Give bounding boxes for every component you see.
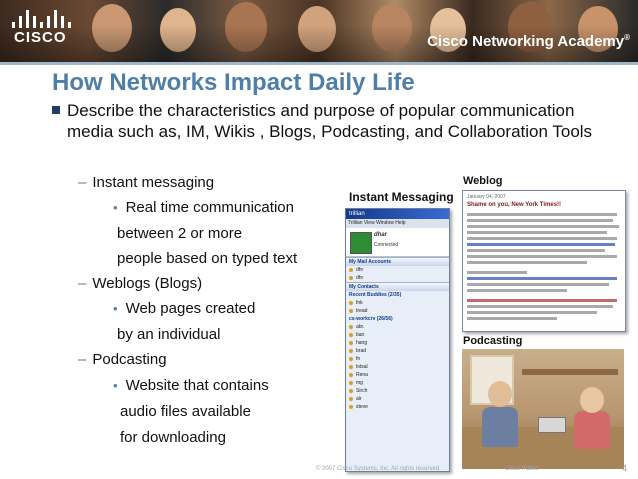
detail-label: Real time communication	[125, 199, 294, 216]
photo-kid-body	[574, 411, 610, 449]
weblog-caption: Weblog	[463, 175, 503, 187]
im-user-status: Connected	[374, 242, 399, 248]
blog-headline: Shame on you, New York Times!!	[467, 202, 562, 208]
logo-text: CISCO	[14, 29, 67, 46]
detail-label: by an individual	[117, 326, 221, 343]
detail-label: for downloading	[120, 429, 226, 446]
podcasting-photo	[462, 349, 624, 469]
photo-kid-head	[488, 381, 512, 407]
im-group-work: cs-workcrv (26/56)	[349, 316, 393, 322]
im-screenshot: trillian Trillian View Window Help dhar …	[345, 208, 450, 472]
detail-item: people based on typed text	[117, 250, 297, 267]
blog-text-line	[467, 213, 617, 216]
dot-bullet: •	[113, 301, 118, 316]
detail-item: • Website that contains	[113, 377, 269, 394]
cisco-bridge-icon	[10, 10, 72, 28]
blog-text-line	[467, 311, 597, 314]
blog-text-line	[467, 225, 619, 228]
blog-text-line	[467, 261, 587, 264]
detail-item: • Real time communication	[113, 199, 294, 216]
sub-item-label: Instant messaging	[92, 174, 215, 191]
blog-text-line	[467, 271, 527, 274]
list-item: brad	[346, 347, 449, 355]
academy-brand: Cisco Networking Academy®	[427, 33, 630, 50]
blog-link-line	[467, 299, 617, 302]
header-banner: CISCO Cisco Networking Academy®	[0, 0, 638, 62]
dash-bullet: –	[78, 174, 87, 191]
dash-bullet: –	[78, 351, 87, 368]
im-caption: Instant Messaging	[349, 190, 454, 204]
im-group-recent: Recent Buddies (2/35)	[349, 292, 402, 298]
blog-link-line	[467, 243, 615, 246]
sub-item-instant-messaging: – Instant messaging	[78, 174, 214, 191]
detail-label: audio files available	[120, 403, 251, 420]
blog-text-line	[467, 231, 607, 234]
slide-title: How Networks Impact Daily Life	[52, 69, 415, 96]
weblog-screenshot: January 04, 2007 Shame on you, New York …	[462, 190, 626, 332]
blog-text-line	[467, 237, 617, 240]
blog-text-line	[467, 255, 617, 258]
academy-text: Cisco Networking Academy	[427, 33, 625, 50]
blog-text-line	[467, 249, 605, 252]
list-item: tread	[346, 307, 449, 315]
detail-item: by an individual	[117, 326, 220, 343]
photo-kid-body	[482, 407, 518, 447]
list-item: fn	[346, 355, 449, 363]
footer-copyright: © 2007 Cisco Systems, Inc. All rights re…	[316, 466, 441, 472]
cisco-logo: CISCO	[10, 10, 72, 52]
photo-shelf	[522, 369, 618, 375]
sub-item-podcasting: – Podcasting	[78, 351, 167, 368]
registered-mark: ®	[624, 33, 630, 42]
podcasting-caption: Podcasting	[463, 335, 523, 347]
list-item: lotsal	[346, 363, 449, 371]
list-item: Rena	[346, 371, 449, 379]
dot-bullet: •	[113, 200, 118, 215]
detail-label: Website that contains	[125, 377, 269, 394]
list-item: mg	[346, 379, 449, 387]
square-bullet-icon	[52, 106, 60, 114]
photo-laptop	[538, 417, 566, 433]
blog-text-line	[467, 305, 613, 308]
photo-kid-head	[580, 387, 604, 413]
dash-bullet: –	[78, 275, 87, 292]
im-user-card: dhar Connected	[346, 228, 449, 257]
sub-item-label: Podcasting	[92, 351, 167, 368]
list-item: alr	[346, 395, 449, 403]
sub-item-weblogs: – Weblogs (Blogs)	[78, 275, 202, 292]
banner-divider	[0, 62, 638, 65]
banner-shade	[0, 0, 638, 62]
main-bullet-text: Describe the characteristics and purpose…	[67, 101, 593, 141]
detail-item: between 2 or more	[117, 225, 242, 242]
detail-item: audio files available	[120, 403, 251, 420]
detail-label: people based on typed text	[117, 250, 298, 267]
list-item: dhr	[346, 274, 449, 282]
list-item: ban	[346, 331, 449, 339]
blog-text-line	[467, 219, 613, 222]
blog-text-line	[467, 317, 557, 320]
im-title-bar: trillian	[346, 209, 449, 219]
page-number: 4	[622, 463, 628, 473]
im-section-mail: My Mail Accounts	[346, 257, 449, 266]
list-item: fnk	[346, 299, 449, 307]
avatar	[350, 232, 372, 254]
im-menu-bar: Trillian View Window Help	[346, 219, 449, 228]
detail-label: Web pages created	[125, 300, 256, 317]
im-user-name: dhar	[374, 232, 388, 238]
blog-text-line	[467, 283, 609, 286]
list-item: dhr	[346, 266, 449, 274]
list-item: steve	[346, 403, 449, 411]
sub-item-label: Weblogs (Blogs)	[92, 275, 203, 292]
list-item: Sirch	[346, 387, 449, 395]
list-item: abr.	[346, 323, 449, 331]
dot-bullet: •	[113, 378, 118, 393]
blog-date: January 04, 2007	[467, 194, 506, 200]
detail-item: • Web pages created	[113, 300, 255, 317]
footer-classification: Cisco Public	[505, 466, 539, 472]
detail-label: between 2 or more	[117, 225, 243, 242]
im-section-contacts: My Contacts	[346, 282, 449, 291]
blog-link-line	[467, 277, 617, 280]
blog-text-line	[467, 289, 567, 292]
detail-item: for downloading	[120, 429, 226, 446]
list-item: hang	[346, 339, 449, 347]
